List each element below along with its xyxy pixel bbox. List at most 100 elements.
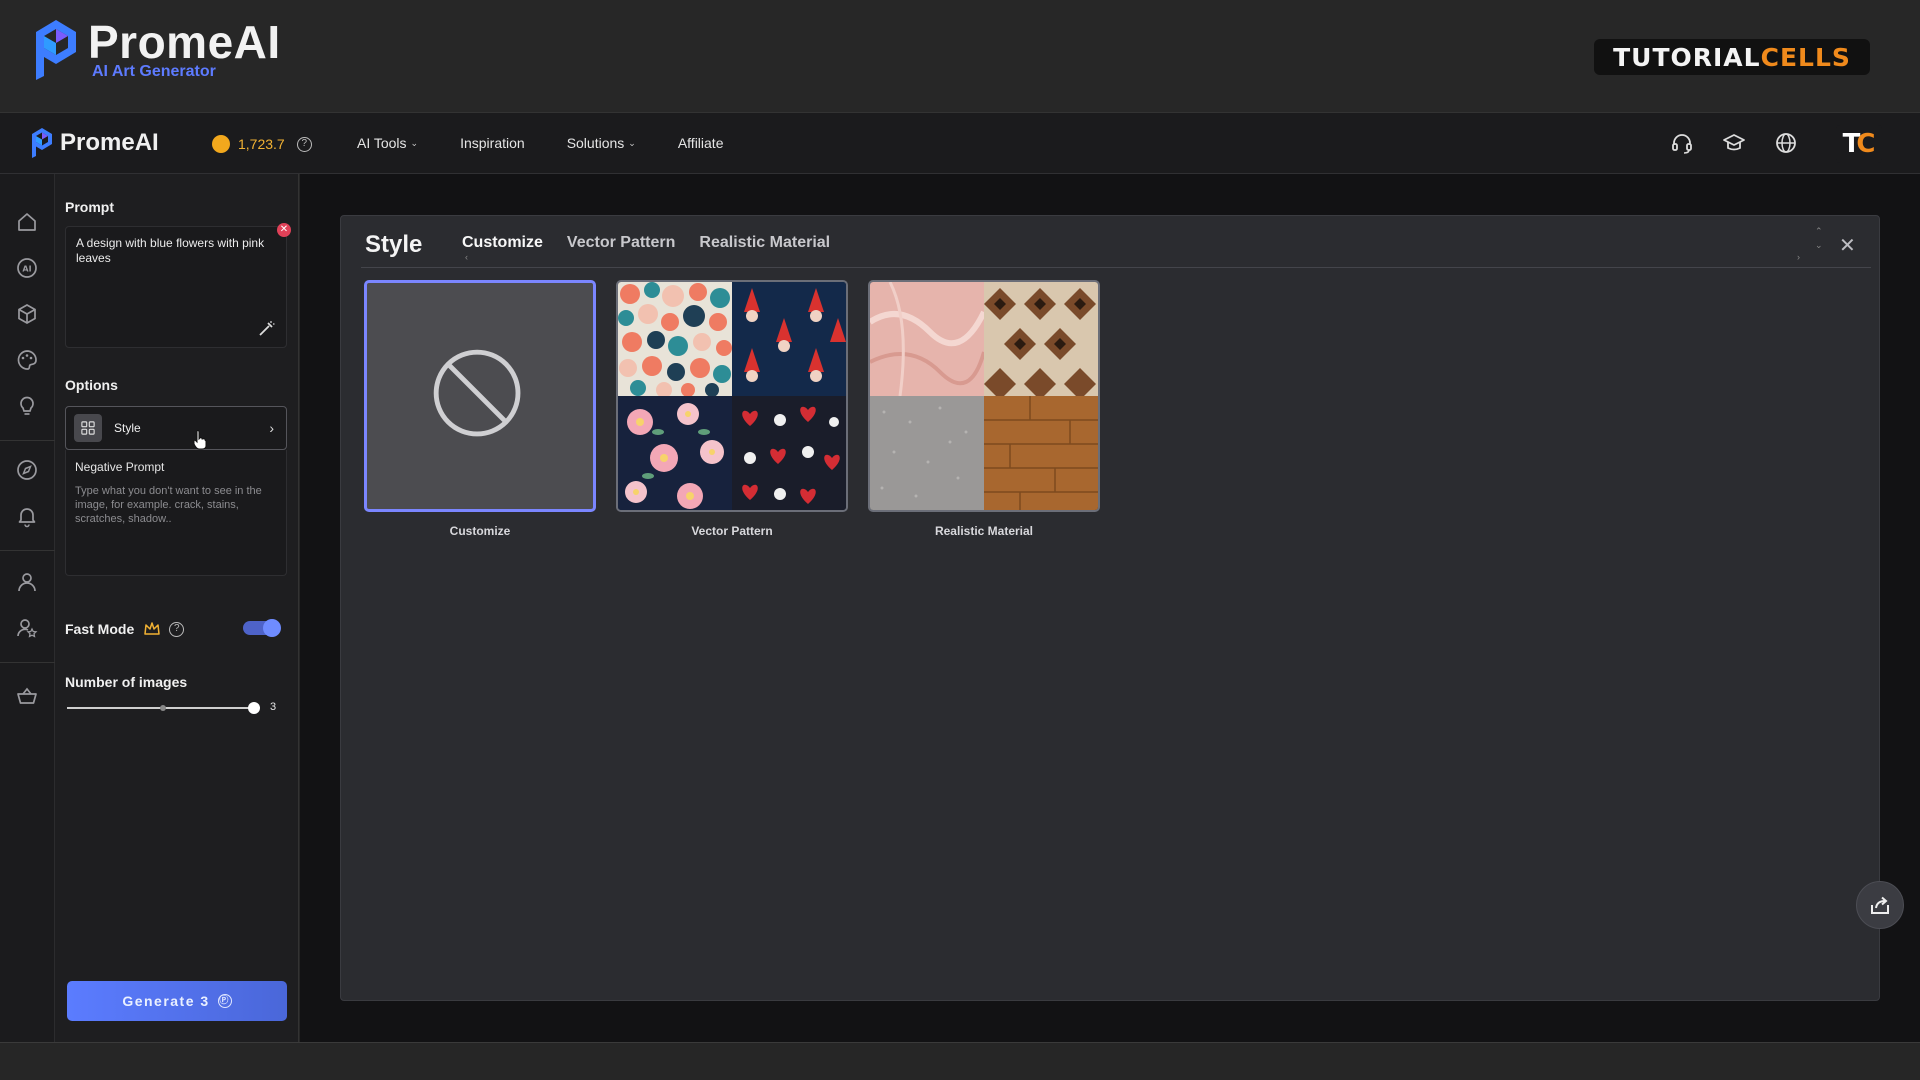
realistic-material-image — [870, 282, 1098, 510]
negative-prompt-title: Negative Prompt — [75, 460, 165, 474]
user-star-icon[interactable] — [15, 616, 39, 640]
tab-vector-pattern[interactable]: Vector Pattern — [567, 234, 675, 252]
nav-label: Affiliate — [677, 135, 724, 151]
nav-inspiration[interactable]: Inspiration — [460, 135, 525, 151]
no-style-icon — [433, 349, 521, 437]
vector-pattern-image — [618, 282, 846, 510]
realistic-material-thumbnail — [868, 280, 1100, 512]
style-label: Style — [114, 421, 141, 435]
card-label: Vector Pattern — [691, 524, 773, 538]
avatar-letter-c: C — [1856, 129, 1876, 159]
app-logo[interactable]: PromeAI — [30, 127, 159, 159]
toggle-knob — [263, 619, 281, 637]
customize-thumbnail — [364, 280, 596, 512]
style-card-customize[interactable]: Customize — [364, 280, 596, 538]
nav-solutions[interactable]: Solutions ⌄ — [567, 135, 636, 151]
fast-mode-label: Fast Mode — [65, 621, 135, 637]
hand-cursor-icon — [193, 430, 207, 450]
scroll-right-icon[interactable]: › — [1797, 252, 1800, 262]
coin-icon — [212, 135, 230, 153]
credits-value: 1,723.7 — [238, 136, 285, 152]
user-avatar[interactable]: TC — [1836, 125, 1882, 163]
style-selector[interactable]: Style › — [65, 406, 287, 450]
card-label: Realistic Material — [934, 524, 1034, 538]
cube-icon[interactable] — [15, 302, 39, 326]
user-icon[interactable] — [15, 570, 39, 594]
share-button[interactable] — [1856, 881, 1904, 929]
help-icon[interactable]: ? — [296, 136, 312, 152]
images-slider-value: 3 — [270, 701, 277, 713]
share-icon — [1871, 896, 1889, 914]
nav-label: Solutions — [566, 135, 625, 151]
generate-button[interactable]: Generate 3 Ⓟ — [67, 981, 287, 1021]
tab-realistic-material[interactable]: Realistic Material — [699, 234, 830, 252]
scroll-up-icon[interactable]: ⌃ — [1815, 226, 1823, 237]
card-label: Customize — [449, 524, 511, 538]
chevron-down-icon: ⌄ — [628, 137, 636, 148]
tutorialcells-badge: TUTORIAL CELLS — [1594, 39, 1870, 75]
scroll-down-icon[interactable]: ⌄ — [1815, 240, 1823, 251]
promeai-logo-icon — [36, 20, 76, 80]
close-icon[interactable]: ✕ — [1839, 233, 1856, 258]
options-label: Options — [65, 377, 118, 393]
bell-icon[interactable] — [15, 504, 39, 528]
modal-title: Style — [365, 231, 423, 258]
number-of-images-label: Number of images — [65, 674, 188, 690]
ai-icon[interactable]: AI — [15, 256, 39, 280]
home-icon[interactable] — [15, 210, 39, 234]
brand-banner: PromeAI AI Art Generator TUTORIAL CELLS — [0, 0, 1920, 112]
tabs-divider — [361, 267, 1871, 268]
generate-label: Generate 3 — [122, 993, 210, 1009]
bottom-bar — [0, 1042, 1920, 1080]
style-tabs: Customize Vector Pattern Realistic Mater… — [462, 234, 854, 252]
images-slider-midpoint — [160, 705, 166, 711]
prompt-label: Prompt — [65, 199, 114, 215]
prompt-input[interactable]: A design with blue flowers with pink lea… — [65, 226, 287, 348]
nav-label: Inspiration — [460, 135, 525, 151]
rail-divider — [0, 550, 55, 551]
settings-panel: Prompt A design with blue flowers with p… — [55, 174, 299, 1042]
globe-icon[interactable] — [1774, 131, 1798, 155]
nav-label: AI Tools — [357, 135, 407, 151]
rail-divider — [0, 662, 55, 663]
grid-icon — [74, 414, 102, 442]
rail-divider — [0, 440, 55, 441]
promeai-mark-icon — [32, 128, 52, 158]
promeai-logo: PromeAI AI Art Generator — [32, 18, 281, 82]
nav-affiliate[interactable]: Affiliate — [678, 135, 724, 151]
clear-prompt-icon[interactable]: ✕ — [277, 223, 291, 237]
magic-wand-icon[interactable] — [257, 320, 275, 338]
negative-prompt-placeholder: Type what you don't want to see in the i… — [75, 485, 262, 525]
app-name: PromeAI — [60, 129, 159, 156]
fast-mode-help-icon[interactable]: ? — [169, 621, 185, 637]
chevron-right-icon: › — [269, 420, 274, 436]
brand-name: PromeAI — [88, 16, 281, 68]
svg-text:AI: AI — [22, 265, 31, 274]
app-header: PromeAI 1,723.7 ? AI Tools ⌄ Inspiration … — [0, 112, 1920, 174]
badge-text-cells: CELLS — [1760, 42, 1851, 72]
credits-display[interactable]: 1,723.7 ? — [212, 135, 312, 153]
images-slider-handle[interactable] — [248, 702, 260, 714]
crown-icon — [144, 622, 160, 635]
graduation-cap-icon[interactable] — [1722, 131, 1746, 155]
scroll-left-icon[interactable]: ‹ — [465, 252, 468, 262]
bulb-icon[interactable] — [15, 394, 39, 418]
chevron-down-icon: ⌄ — [410, 137, 419, 148]
vector-pattern-thumbnail — [616, 280, 848, 512]
basket-icon[interactable] — [15, 684, 39, 708]
fast-mode-row: Fast Mode ? — [65, 620, 185, 638]
prompt-text: A design with blue flowers with pink lea… — [76, 236, 265, 265]
icon-rail: AI — [0, 174, 55, 1042]
style-card-realistic-material[interactable]: Realistic Material — [868, 280, 1100, 538]
tab-customize[interactable]: Customize — [462, 234, 543, 252]
main-nav: AI Tools ⌄ Inspiration Solutions ⌄ Affilia… — [357, 135, 766, 151]
negative-prompt-field[interactable]: Negative Prompt Type what you don't want… — [65, 450, 287, 576]
badge-text-tutorial: TUTORIAL — [1613, 42, 1761, 72]
nav-ai-tools[interactable]: AI Tools ⌄ — [357, 135, 418, 151]
fast-mode-toggle[interactable] — [243, 619, 281, 637]
palette-icon[interactable] — [15, 348, 39, 372]
style-card-vector-pattern[interactable]: Vector Pattern — [616, 280, 848, 538]
credit-coin-icon: Ⓟ — [217, 994, 232, 1008]
headset-icon[interactable] — [1670, 131, 1694, 155]
compass-icon[interactable] — [15, 458, 39, 482]
